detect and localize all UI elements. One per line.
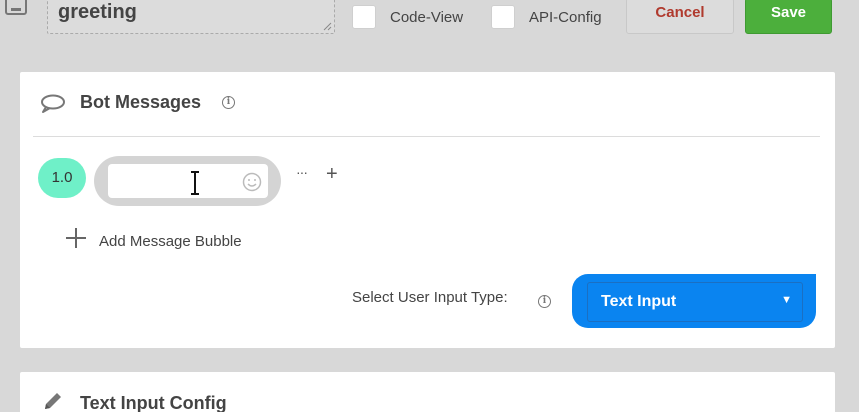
text-input-config-title: Text Input Config: [80, 393, 227, 412]
emoji-icon[interactable]: [242, 172, 262, 192]
code-view-checkbox[interactable]: [352, 5, 376, 29]
code-view-option[interactable]: Code-View: [352, 5, 463, 29]
divider: [33, 136, 820, 137]
user-input-type-select[interactable]: Text Input ▼: [572, 274, 816, 328]
save-disk-icon[interactable]: [5, 0, 27, 16]
user-input-type-label: Select User Input Type:: [352, 289, 508, 306]
info-icon[interactable]: i: [222, 96, 235, 109]
speech-bubble-icon: [41, 94, 65, 113]
code-view-label: Code-View: [390, 8, 464, 26]
top-bar: greeting Code-View API-Config Cancel Sav…: [0, 0, 859, 50]
add-message-bubble-button[interactable]: Add Message Bubble: [99, 233, 242, 250]
user-input-type-value: Text Input: [601, 293, 677, 310]
add-message-plus-button[interactable]: +: [326, 164, 338, 184]
cancel-button[interactable]: Cancel: [626, 0, 734, 34]
name-field-value: greeting: [58, 1, 137, 23]
bot-messages-header: Bot Messages i: [20, 72, 835, 136]
plus-icon[interactable]: [65, 227, 87, 249]
name-field[interactable]: greeting: [47, 0, 335, 34]
more-options-button[interactable]: ···: [296, 164, 308, 180]
save-button[interactable]: Save: [745, 0, 832, 34]
text-cursor-icon: [191, 171, 199, 195]
pencil-icon: [45, 393, 61, 409]
chevron-down-icon: ▼: [781, 294, 792, 306]
api-config-label: API-Config: [529, 8, 602, 26]
version-badge: 1.0: [38, 158, 86, 198]
resize-grip-icon[interactable]: [323, 22, 332, 31]
bot-messages-card: Bot Messages i 1.0 ··· + Add Message Bub…: [20, 72, 835, 348]
message-bubble-input[interactable]: [108, 164, 268, 198]
message-bubble: [94, 156, 281, 206]
api-config-checkbox[interactable]: [491, 5, 515, 29]
text-input-config-card: Text Input Config: [20, 372, 835, 412]
bot-messages-title: Bot Messages: [80, 92, 202, 112]
user-input-type-select-box[interactable]: Text Input ▼: [587, 282, 803, 322]
api-config-option[interactable]: API-Config: [491, 5, 602, 29]
info-icon[interactable]: i: [538, 295, 551, 308]
